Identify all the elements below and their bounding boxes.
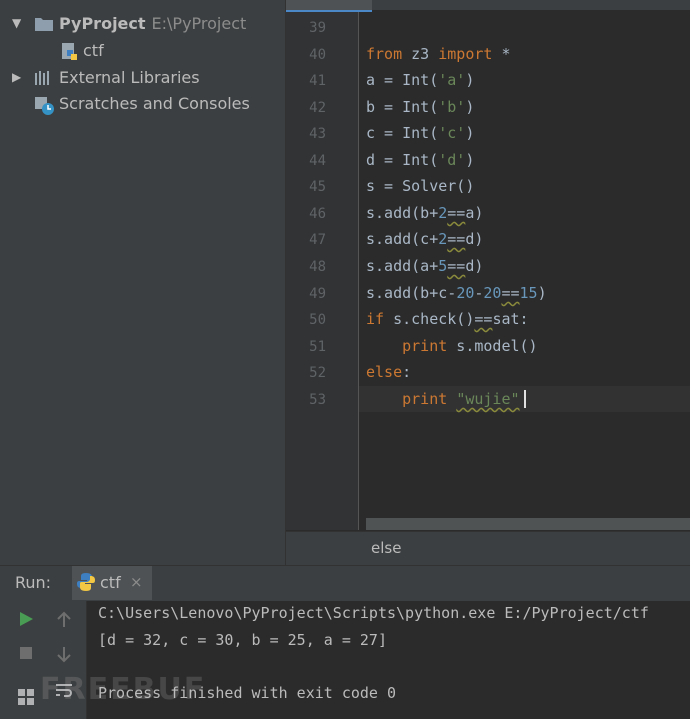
line-number: 49 [309,286,326,302]
code-line: d = Int('d') [366,151,475,169]
tree-item-ctf[interactable]: ctf [83,38,104,64]
libraries-icon [35,71,49,85]
code-line: s.add(b+c-20-20==15) [366,284,547,302]
line-number: 46 [309,206,326,222]
code-line: c = Int('c') [366,124,475,142]
project-root-name: PyProject [59,14,146,33]
arrow-down-icon[interactable] [54,644,74,664]
run-tab-label: ctf [100,573,121,592]
scratches-icon [35,97,54,115]
line-number: 47 [309,232,326,248]
python-icon [77,573,95,591]
editor-tab-ctf[interactable] [286,0,372,12]
folder-icon [35,18,53,31]
breadcrumb[interactable]: else [371,539,401,557]
code-line: if s.check()==sat: [366,310,529,328]
code-line: a = Int('a') [366,71,475,89]
code-line: from z3 import * [366,45,511,63]
code-line: s.add(a+5==d) [366,257,484,275]
line-number: 50 [309,312,326,328]
expand-arrow-down-icon[interactable]: ▼ [12,16,21,30]
code-line: print s.model() [402,337,538,355]
line-number: 43 [309,126,326,142]
console-output-line: [d = 32, c = 30, b = 25, a = 27] [98,631,387,649]
layout-icon[interactable] [16,687,36,707]
text-caret [524,390,526,408]
line-number: 51 [309,339,326,355]
close-icon[interactable]: × [130,573,143,591]
arrow-up-icon[interactable] [54,610,74,630]
line-number: 40 [309,47,326,63]
line-number: 42 [309,100,326,116]
line-number: 41 [309,73,326,89]
tree-item-scratches[interactable]: Scratches and Consoles [59,91,250,117]
line-number: 45 [309,179,326,195]
code-line: else: [366,363,412,381]
console-output-line: C:\Users\Lenovo\PyProject\Scripts\python… [98,604,649,622]
code-line: s.add(b+2==a) [366,204,484,222]
python-file-icon [62,43,77,60]
expand-arrow-right-icon[interactable]: ▶ [12,70,21,84]
code-line: print "wujie" [402,390,520,408]
line-number: 39 [309,20,326,36]
line-number: 52 [309,365,326,381]
tree-item-pyproject[interactable]: PyProject E:\PyProject [59,11,246,37]
watermark: FREEBUF [40,672,207,707]
tree-item-external-libraries[interactable]: External Libraries [59,65,200,91]
project-root-path: E:\PyProject [151,14,247,33]
stop-icon[interactable] [16,643,36,663]
code-line: s = Solver() [366,177,475,195]
code-line: s.add(c+2==d) [366,230,484,248]
line-number: 48 [309,259,326,275]
run-label: Run: [15,573,52,592]
code-line: b = Int('b') [366,98,475,116]
play-icon[interactable] [16,609,36,629]
horizontal-scrollbar[interactable] [366,518,690,530]
breadcrumb-bar [286,531,690,566]
line-number: 44 [309,153,326,169]
line-number: 53 [309,392,326,408]
